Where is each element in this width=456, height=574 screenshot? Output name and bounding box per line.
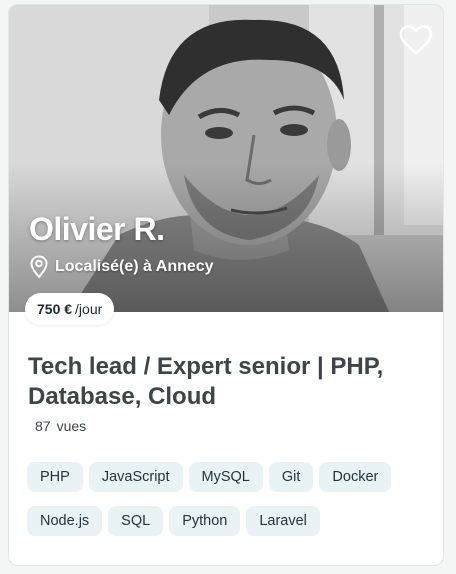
view-count: 87 vues <box>35 418 86 434</box>
profile-photo: Olivier R. Localisé(e) à Annecy <box>9 5 443 312</box>
rate-amount: 750 € <box>37 301 73 317</box>
map-pin-icon <box>29 255 49 279</box>
skill-tag-mysql[interactable]: MySQL <box>188 462 263 492</box>
skill-tag-sql[interactable]: SQL <box>108 506 164 536</box>
profile-title: Tech lead / Expert senior | PHP, Databas… <box>28 353 384 410</box>
freelancer-card[interactable]: Olivier R. Localisé(e) à Annecy 750 € /j… <box>8 4 444 566</box>
skill-tag-nodejs[interactable]: Node.js <box>27 506 103 536</box>
freelancer-name: Olivier R. <box>29 211 165 247</box>
location-row: Localisé(e) à Annecy <box>29 255 214 279</box>
heart-outline-icon[interactable] <box>399 25 433 55</box>
skill-tag-git[interactable]: Git <box>268 462 314 492</box>
view-count-number: 87 <box>35 418 51 434</box>
skill-tag-python[interactable]: Python <box>169 506 241 536</box>
daily-rate-badge: 750 € /jour <box>25 293 115 325</box>
view-count-label: vues <box>56 418 87 434</box>
skill-tag-javascript[interactable]: JavaScript <box>88 462 183 492</box>
rate-unit: /jour <box>75 301 103 317</box>
location-text: Localisé(e) à Annecy <box>55 258 214 275</box>
skill-tag-php[interactable]: PHP <box>27 462 83 492</box>
skill-tag-docker[interactable]: Docker <box>319 462 392 492</box>
skill-tag-laravel[interactable]: Laravel <box>246 506 320 536</box>
skill-tags: PHP JavaScript MySQL Git Docker Node.js … <box>27 462 427 536</box>
